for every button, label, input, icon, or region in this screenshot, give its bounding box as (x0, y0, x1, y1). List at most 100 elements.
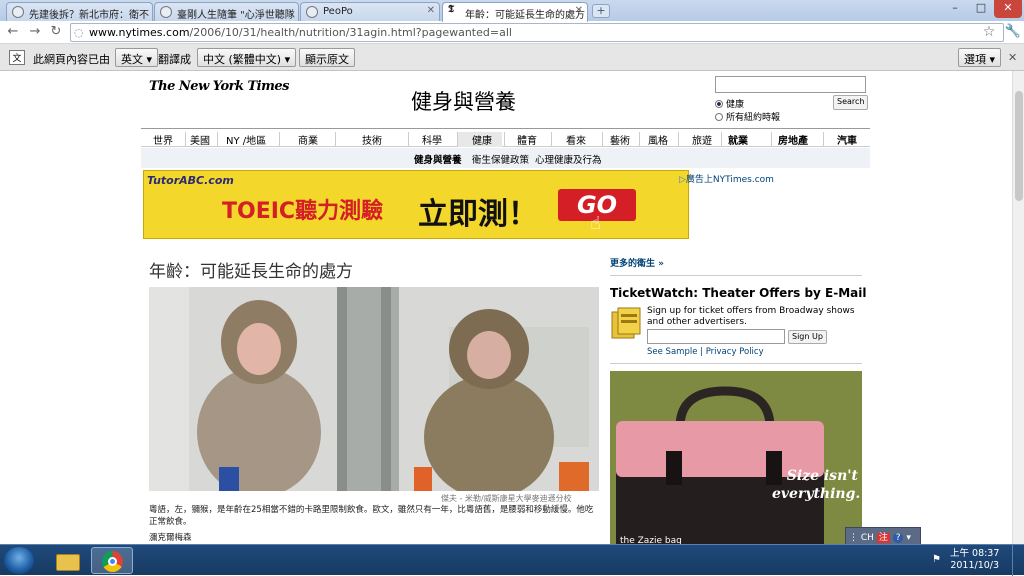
tab-strip: 先建後拆？新北市府：衛不 臺剛人生隨筆 "心淨世聽隊 PeoPo ✕ 𝕿 年齡：… (0, 0, 1024, 22)
subnav-policy[interactable]: 衛生保健政策 (472, 152, 529, 166)
hand-cursor-icon: ☝ (590, 213, 601, 234)
ime-language-label: CH (860, 533, 874, 543)
clock-date: 2011/10/3 (950, 560, 1000, 571)
back-arrow-icon[interactable]: ← (4, 24, 22, 40)
show-original-button[interactable]: 顯示原文 (299, 48, 355, 67)
article-headline: 年齡：可能延長生命的處方 (149, 262, 353, 282)
ticketwatch-description: Sign up for ticket offers from Broadway … (647, 306, 855, 327)
section-title: 健身與營養 (411, 90, 516, 114)
minimize-button[interactable]: – (942, 0, 968, 18)
nav-tab-world[interactable]: 世界 (153, 132, 173, 147)
clock-time: 上午 08:37 (950, 548, 1000, 559)
search-button[interactable]: Search (833, 95, 869, 110)
browser-tab[interactable]: 臺剛人生隨筆 "心淨世聽隊 (154, 2, 299, 21)
radio-health-label: 健康 (726, 100, 745, 110)
translate-options-button[interactable]: 選項 ▾ (958, 48, 1002, 67)
nav-tab-travel[interactable]: 旅遊 (678, 132, 712, 147)
maximize-button[interactable]: □ (968, 0, 994, 18)
source-language-value: 英文 (121, 53, 143, 66)
page-scrollbar[interactable] (1012, 71, 1024, 544)
more-health-link[interactable]: 更多的衛生 » (610, 256, 664, 269)
nav-tab-science[interactable]: 科學 (408, 132, 442, 147)
nav-tab-autos[interactable]: 汽車 (823, 132, 857, 147)
radio-all-label: 所有紐約時報 (726, 113, 781, 123)
bag-illustration-icon (610, 371, 862, 544)
url-host: www.nytimes.com (89, 26, 190, 39)
radio-all-nyt[interactable]: 所有紐約時報 (715, 110, 780, 123)
nav-tab-sports[interactable]: 體育 (504, 132, 537, 147)
star-bookmark-icon[interactable]: ☆ (980, 24, 998, 40)
divider (610, 363, 862, 364)
bag-ad-copy: Size isn't everything. (772, 467, 861, 503)
bag-ad-copy-line-2: everything. (772, 486, 861, 502)
article-byline: 瀰克爾梅森 (149, 533, 192, 543)
target-language-value: 中文 (繁體中文) (203, 53, 282, 66)
wrench-menu-icon[interactable]: 🔧 (1004, 24, 1022, 40)
ticketwatch-email-input[interactable] (647, 329, 785, 344)
chrome-icon-center (108, 557, 117, 566)
browser-tab[interactable]: 先建後拆？新北市府：衛不 (6, 2, 153, 21)
ime-dropdown-icon[interactable]: ▾ (906, 533, 911, 543)
system-clock[interactable]: 上午 08:37 2011/10/3 (950, 548, 999, 572)
start-button[interactable] (4, 547, 34, 574)
forward-arrow-icon[interactable]: → (26, 24, 44, 40)
bag-ad-brand: the Zazie bag (620, 536, 682, 544)
ad-brand-text: TutorABC.com (147, 174, 234, 187)
nav-tab-business[interactable]: 商業 (279, 132, 318, 147)
nav-tab-jobs[interactable]: 就業 (721, 132, 748, 147)
url-path: /2006/10/31/health/nutrition/31agin.html… (189, 26, 512, 39)
search-input[interactable] (715, 76, 866, 93)
translate-options-label: 選項 (964, 53, 986, 66)
ad-cta-text: 立即測！ (418, 197, 538, 232)
ad-link-label: 廣告上NYTimes.com (685, 175, 774, 185)
radio-health[interactable]: 健康 (715, 97, 744, 110)
close-window-button[interactable]: ✕ (994, 0, 1022, 18)
radio-selected-icon (715, 100, 723, 108)
nav-tab-us[interactable]: 美國 (185, 132, 210, 147)
tab-label: 臺剛人生隨筆 "心淨世聽隊 (177, 10, 295, 21)
bag-ad[interactable]: Size isn't everything. the Zazie bag (610, 371, 862, 544)
new-tab-button[interactable]: + (592, 4, 610, 18)
nav-tab-style[interactable]: 風格 (639, 132, 668, 147)
ime-input-mode-icon[interactable]: 注 (876, 533, 890, 543)
nav-tab-health[interactable]: 健康 (457, 132, 502, 147)
browser-tab[interactable]: PeoPo ✕ (300, 2, 440, 21)
nav-tab-ny-region[interactable]: NY /地區 (217, 132, 266, 147)
translate-prefix-text: 此網頁內容已由 (33, 53, 110, 66)
sign-up-button[interactable]: Sign Up (788, 330, 827, 344)
page-favicon-icon (306, 6, 318, 18)
chrome-taskbar-button[interactable] (91, 547, 133, 574)
photo-credit: 傑夫 - 米勒/威斯康星大學麥迪遜分校 (441, 494, 572, 503)
nav-tab-opinion[interactable]: 看來 (551, 132, 586, 147)
reload-icon[interactable]: ↻ (47, 24, 65, 40)
health-subnav: 健身與營養 衛生保健政策 心理健康及行為 (141, 148, 870, 168)
address-bar[interactable]: ◌ www.nytimes.com/2006/10/31/health/nutr… (70, 23, 1004, 42)
close-tab-icon[interactable]: ✕ (575, 5, 583, 16)
nav-tab-real-estate[interactable]: 房地產 (771, 132, 808, 147)
network-flag-icon[interactable]: ⚑ (932, 554, 941, 565)
ticketwatch-links[interactable]: See Sample | Privacy Policy (647, 347, 764, 357)
subnav-mental-health[interactable]: 心理健康及行為 (535, 152, 602, 166)
subnav-fitness[interactable]: 健身與營養 (414, 152, 462, 166)
section-nav: 世界 美國 NY /地區 商業 技術 科學 健康 體育 看來 藝術 風格 旅遊 … (141, 128, 870, 147)
close-tab-icon[interactable]: ✕ (427, 5, 435, 16)
page-favicon-icon (12, 6, 24, 18)
banner-ad[interactable]: TutorABC.com TOEIC聽力測驗 立即測！ GO ☝ (143, 170, 689, 239)
translated-to-text: 翻譯成 (158, 53, 191, 66)
show-desktop-button[interactable] (1012, 545, 1024, 576)
nyt-logo[interactable]: The New York Times (149, 79, 289, 94)
translate-icon: 文 (9, 50, 25, 65)
nav-tab-technology[interactable]: 技術 (335, 132, 382, 147)
windows-taskbar: ⚑ 上午 08:37 2011/10/3 (0, 544, 1024, 576)
close-infobar-icon[interactable]: ✕ (1008, 51, 1017, 64)
nav-tab-arts[interactable]: 藝術 (602, 132, 630, 147)
ime-language-bar[interactable]: ⋮ CH 注 ? ▾ (845, 527, 921, 545)
help-icon[interactable]: ? (892, 533, 904, 543)
source-language-select[interactable]: 英文 ▾ (115, 48, 159, 67)
ad-link[interactable]: ▷廣告上NYTimes.com (679, 172, 774, 185)
target-language-select[interactable]: 中文 (繁體中文) ▾ (197, 48, 297, 67)
ticketwatch-title[interactable]: TicketWatch: Theater Offers by E-Mail (610, 286, 867, 300)
browser-tab-active[interactable]: 𝕿 年齡：可能延長生命的處方 ✕ (442, 2, 588, 22)
scrollbar-thumb[interactable] (1015, 91, 1023, 201)
explorer-taskbar-button[interactable] (46, 547, 88, 574)
